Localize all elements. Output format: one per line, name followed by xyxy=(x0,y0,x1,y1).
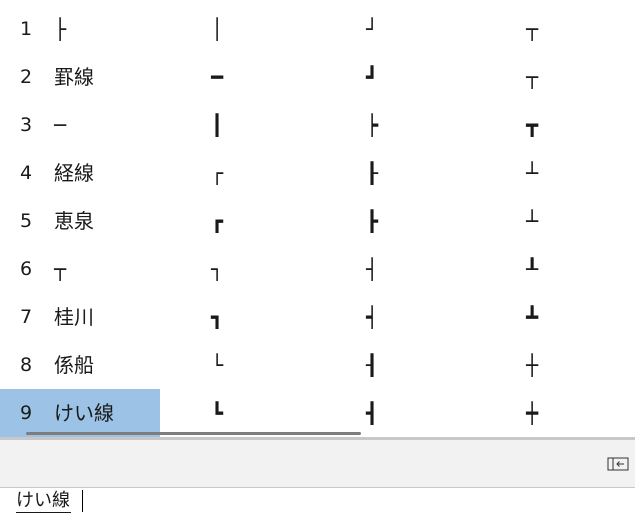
candidate-text: 罫線 xyxy=(54,65,94,89)
candidate-item[interactable]: ┃ xyxy=(205,101,335,149)
candidate-item[interactable]: 8 係船 xyxy=(0,341,160,389)
candidate-item[interactable]: ┴ xyxy=(520,149,635,197)
candidate-item[interactable]: ┸ xyxy=(520,245,635,293)
candidate-text: ┳ xyxy=(526,113,539,137)
candidate-item[interactable]: ┨ xyxy=(360,341,490,389)
candidate-item[interactable]: ┻ xyxy=(520,293,635,341)
candidate-item[interactable]: 4 経線 xyxy=(0,149,160,197)
candidate-text: ┘ xyxy=(366,17,379,41)
candidate-text: ┬ xyxy=(526,65,539,89)
candidate-item[interactable]: ┗ xyxy=(205,389,335,437)
candidate-text: けい線 xyxy=(54,401,114,425)
candidate-text: 係船 xyxy=(54,353,94,377)
candidate-row: 4 経線 ┌ ┠ ┴ xyxy=(0,149,635,197)
candidate-text: ┼ xyxy=(526,353,539,377)
candidate-item[interactable]: ┬ xyxy=(520,53,635,101)
candidate-text: ┤ xyxy=(366,257,379,281)
candidate-number: 6 xyxy=(20,258,33,280)
candidate-item[interactable]: └ xyxy=(205,341,335,389)
candidate-item[interactable]: ┐ xyxy=(205,245,335,293)
candidate-text: ┏ xyxy=(211,209,224,233)
candidate-number: 7 xyxy=(20,306,33,328)
candidate-row: 2 罫線 ━ ┛ ┬ xyxy=(0,53,635,101)
candidate-number: 1 xyxy=(20,18,33,40)
candidate-number: 2 xyxy=(20,66,33,88)
candidate-item[interactable]: 1 ├ xyxy=(0,5,160,53)
candidate-item[interactable]: ┬ xyxy=(520,5,635,53)
candidate-text: ┻ xyxy=(526,305,539,329)
candidate-text: ├ xyxy=(54,17,67,41)
candidate-text: 恵泉 xyxy=(54,209,94,233)
candidate-item[interactable]: │ xyxy=(205,5,335,53)
candidate-item[interactable]: ┴ xyxy=(520,197,635,245)
candidate-row: 1 ├ │ ┘ ┬ xyxy=(0,5,635,53)
candidate-item[interactable]: 5 恵泉 xyxy=(0,197,160,245)
candidate-text: ┨ xyxy=(366,353,379,377)
expand-table-icon xyxy=(607,457,629,471)
candidate-footer xyxy=(0,440,635,488)
candidate-item[interactable]: ┿ xyxy=(520,389,635,437)
candidate-row: 7 桂川 ┓ ┥ ┻ xyxy=(0,293,635,341)
candidate-text: ┛ xyxy=(366,65,379,89)
candidate-text: ┣ xyxy=(366,209,379,233)
candidate-text: ─ xyxy=(54,113,67,137)
candidate-item[interactable]: ┓ xyxy=(205,293,335,341)
candidate-row: 8 係船 └ ┨ ┼ xyxy=(0,341,635,389)
candidate-text: ┓ xyxy=(211,305,224,329)
candidate-row: 9 けい線 ┗ ┫ ┿ xyxy=(0,389,635,437)
candidate-item[interactable]: ┳ xyxy=(520,101,635,149)
candidate-text: ┫ xyxy=(366,401,379,425)
candidate-text: ┬ xyxy=(526,17,539,41)
candidate-item[interactable]: ┥ xyxy=(360,293,490,341)
candidate-item[interactable]: ┤ xyxy=(360,245,490,293)
candidate-item[interactable]: 3 ─ xyxy=(0,101,160,149)
candidate-item[interactable]: 2 罫線 xyxy=(0,53,160,101)
candidate-text: ┥ xyxy=(366,305,379,329)
text-caret xyxy=(82,490,83,512)
candidate-number: 3 xyxy=(20,114,33,136)
candidate-text: ┸ xyxy=(526,257,539,281)
expand-table-button[interactable] xyxy=(607,456,629,471)
candidate-text: 経線 xyxy=(54,161,94,185)
candidate-item[interactable]: ━ xyxy=(205,53,335,101)
candidate-item[interactable]: ┠ xyxy=(360,149,490,197)
candidate-number: 9 xyxy=(20,402,33,424)
candidate-text: ┝ xyxy=(366,113,379,137)
candidate-text: ┴ xyxy=(526,209,539,233)
candidate-number: 5 xyxy=(20,210,33,232)
candidate-text: ┿ xyxy=(526,401,539,425)
candidate-item[interactable]: ┏ xyxy=(205,197,335,245)
candidate-text: ┴ xyxy=(526,161,539,185)
candidate-text: ┬ xyxy=(54,257,67,281)
candidate-item-selected[interactable]: 9 けい線 xyxy=(0,389,160,437)
candidate-row: 5 恵泉 ┏ ┣ ┴ xyxy=(0,197,635,245)
candidate-item[interactable]: ┘ xyxy=(360,5,490,53)
candidate-item[interactable]: 7 桂川 xyxy=(0,293,160,341)
candidate-text: ┃ xyxy=(211,113,224,137)
candidate-item[interactable]: ┫ xyxy=(360,389,490,437)
horizontal-scrollbar[interactable] xyxy=(26,432,361,435)
candidate-text: │ xyxy=(211,17,224,41)
candidate-item[interactable]: ┛ xyxy=(360,53,490,101)
candidate-item[interactable]: ┣ xyxy=(360,197,490,245)
candidate-list: 1 ├ │ ┘ ┬ 2 罫線 ━ ┛ ┬ 3 ─ ┃ ┝ ┳ 4 経線 ┌ ┠ … xyxy=(0,5,635,437)
candidate-text: ┗ xyxy=(211,401,224,425)
candidate-item[interactable]: 6 ┬ xyxy=(0,245,160,293)
candidate-row: 6 ┬ ┐ ┤ ┸ xyxy=(0,245,635,293)
candidate-item[interactable]: ┝ xyxy=(360,101,490,149)
candidate-text: ━ xyxy=(211,65,224,89)
candidate-row: 3 ─ ┃ ┝ ┳ xyxy=(0,101,635,149)
ime-candidate-window: 1 ├ │ ┘ ┬ 2 罫線 ━ ┛ ┬ 3 ─ ┃ ┝ ┳ 4 経線 ┌ ┠ … xyxy=(0,0,635,488)
candidate-number: 8 xyxy=(20,354,33,376)
candidate-text: 桂川 xyxy=(54,305,94,329)
candidate-item[interactable]: ┌ xyxy=(205,149,335,197)
candidate-text: └ xyxy=(211,353,224,377)
candidate-number: 4 xyxy=(20,162,33,184)
candidate-text: ┌ xyxy=(211,161,224,185)
candidate-text: ┠ xyxy=(366,161,379,185)
composition-text[interactable]: けい線 xyxy=(16,490,71,513)
candidate-text: ┐ xyxy=(211,257,224,281)
candidate-item[interactable]: ┼ xyxy=(520,341,635,389)
